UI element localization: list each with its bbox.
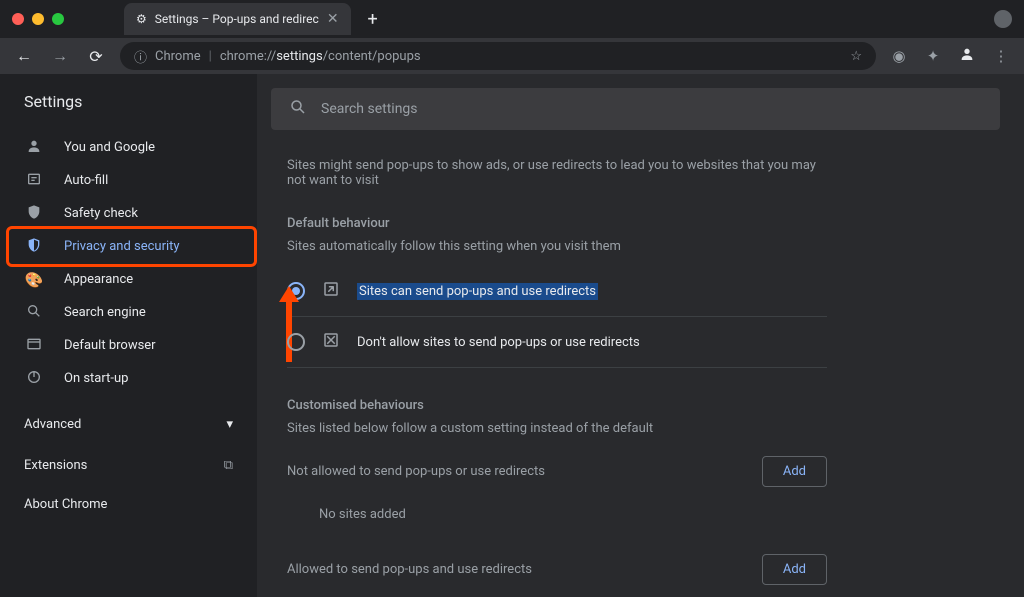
sidebar-item-search[interactable]: Search engine — [0, 296, 257, 329]
shield-check-icon — [24, 204, 44, 224]
new-tab-button[interactable]: + — [359, 5, 387, 33]
palette-icon: 🎨 — [24, 271, 44, 289]
search-icon — [24, 303, 44, 323]
custom-behaviours-title: Customised behaviours — [287, 398, 827, 413]
add-not-allowed-button[interactable]: Add — [762, 456, 827, 487]
about-label: About Chrome — [24, 497, 107, 512]
extensions-icon[interactable]: ✦ — [922, 47, 944, 65]
no-sites-not-allowed: No sites added — [287, 495, 827, 534]
radio-button-block[interactable] — [287, 333, 305, 351]
popup-block-icon — [321, 331, 341, 353]
advanced-label: Advanced — [24, 417, 81, 432]
power-icon — [24, 369, 44, 389]
sidebar-item-label: Privacy and security — [64, 239, 180, 254]
sidebar-item-autofill[interactable]: Auto-fill — [0, 164, 257, 197]
profile-icon[interactable] — [956, 46, 978, 66]
radio-option-allow[interactable]: Sites can send pop-ups and use redirects — [287, 266, 827, 317]
popup-allow-icon — [321, 280, 341, 302]
settings-main: Sites might send pop-ups to show ads, or… — [257, 74, 1024, 597]
not-allowed-title: Not allowed to send pop-ups or use redir… — [287, 464, 545, 479]
maximize-window-button[interactable] — [52, 13, 64, 25]
minimize-window-button[interactable] — [32, 13, 44, 25]
reload-button[interactable]: ⟳ — [84, 47, 108, 66]
sidebar-item-privacy[interactable]: Privacy and security — [0, 230, 257, 263]
sidebar-item-label: On start-up — [64, 371, 128, 386]
external-link-icon: ⧉ — [224, 458, 233, 473]
sidebar-extensions[interactable]: Extensions ⧉ — [0, 446, 257, 485]
page-intro: Sites might send pop-ups to show ads, or… — [287, 158, 827, 188]
traffic-lights — [12, 13, 64, 25]
custom-behaviours-sub: Sites listed below follow a custom setti… — [287, 421, 827, 436]
back-button[interactable]: ← — [12, 46, 36, 66]
browser-tab[interactable]: ⚙ Settings – Pop-ups and redirec ✕ — [124, 3, 351, 35]
search-input[interactable] — [321, 101, 982, 117]
no-sites-allowed: No sites added — [287, 593, 827, 597]
autofill-icon — [24, 171, 44, 191]
sidebar-header: Settings — [0, 92, 257, 131]
tab-title: Settings – Pop-ups and redirec — [155, 12, 319, 26]
window-titlebar: ⚙ Settings – Pop-ups and redirec ✕ + — [0, 0, 1024, 38]
sidebar-item-label: You and Google — [64, 140, 155, 155]
url-text: chrome://settings/content/popups — [220, 49, 421, 64]
url-scheme-label: Chrome — [155, 49, 201, 64]
sidebar-item-you-google[interactable]: You and Google — [0, 131, 257, 164]
site-info-icon[interactable]: ⓘ — [134, 47, 147, 66]
bookmark-star-icon[interactable]: ☆ — [850, 49, 862, 64]
pinterest-extension-icon[interactable]: ◉ — [888, 47, 910, 65]
address-bar[interactable]: ⓘ Chrome | chrome://settings/content/pop… — [120, 42, 876, 70]
radio-option-block[interactable]: Don't allow sites to send pop-ups or use… — [287, 317, 827, 368]
sidebar-item-label: Safety check — [64, 206, 138, 221]
close-tab-icon[interactable]: ✕ — [327, 11, 339, 27]
chevron-down-icon: ▾ — [226, 417, 233, 432]
profile-indicator-icon[interactable] — [994, 10, 1012, 28]
gear-icon: ⚙ — [136, 12, 147, 26]
browser-icon — [24, 336, 44, 356]
default-behaviour-sub: Sites automatically follow this setting … — [287, 239, 827, 254]
sidebar-about[interactable]: About Chrome — [0, 485, 257, 524]
sidebar-item-label: Appearance — [64, 272, 133, 287]
sidebar-item-label: Default browser — [64, 338, 156, 353]
search-icon — [289, 98, 307, 120]
sidebar-advanced[interactable]: Advanced ▾ — [0, 403, 257, 446]
person-icon — [24, 138, 44, 158]
forward-button[interactable]: → — [48, 46, 72, 66]
allowed-title: Allowed to send pop-ups and use redirect… — [287, 562, 532, 577]
sidebar-item-label: Auto-fill — [64, 173, 108, 188]
browser-toolbar: ← → ⟳ ⓘ Chrome | chrome://settings/conte… — [0, 38, 1024, 74]
add-allowed-button[interactable]: Add — [762, 554, 827, 585]
extensions-label: Extensions — [24, 458, 87, 473]
menu-icon[interactable]: ⋮ — [990, 47, 1012, 65]
radio-label-block: Don't allow sites to send pop-ups or use… — [357, 335, 640, 350]
settings-search[interactable] — [271, 88, 1000, 130]
settings-sidebar: Settings You and Google Auto-fill Safety… — [0, 74, 257, 597]
sidebar-item-default-browser[interactable]: Default browser — [0, 329, 257, 362]
sidebar-item-appearance[interactable]: 🎨 Appearance — [0, 263, 257, 296]
close-window-button[interactable] — [12, 13, 24, 25]
sidebar-item-safety[interactable]: Safety check — [0, 197, 257, 230]
sidebar-item-label: Search engine — [64, 305, 146, 320]
default-behaviour-title: Default behaviour — [287, 216, 827, 231]
shield-icon — [24, 237, 44, 257]
sidebar-item-startup[interactable]: On start-up — [0, 362, 257, 395]
radio-label-allow: Sites can send pop-ups and use redirects — [357, 283, 598, 300]
